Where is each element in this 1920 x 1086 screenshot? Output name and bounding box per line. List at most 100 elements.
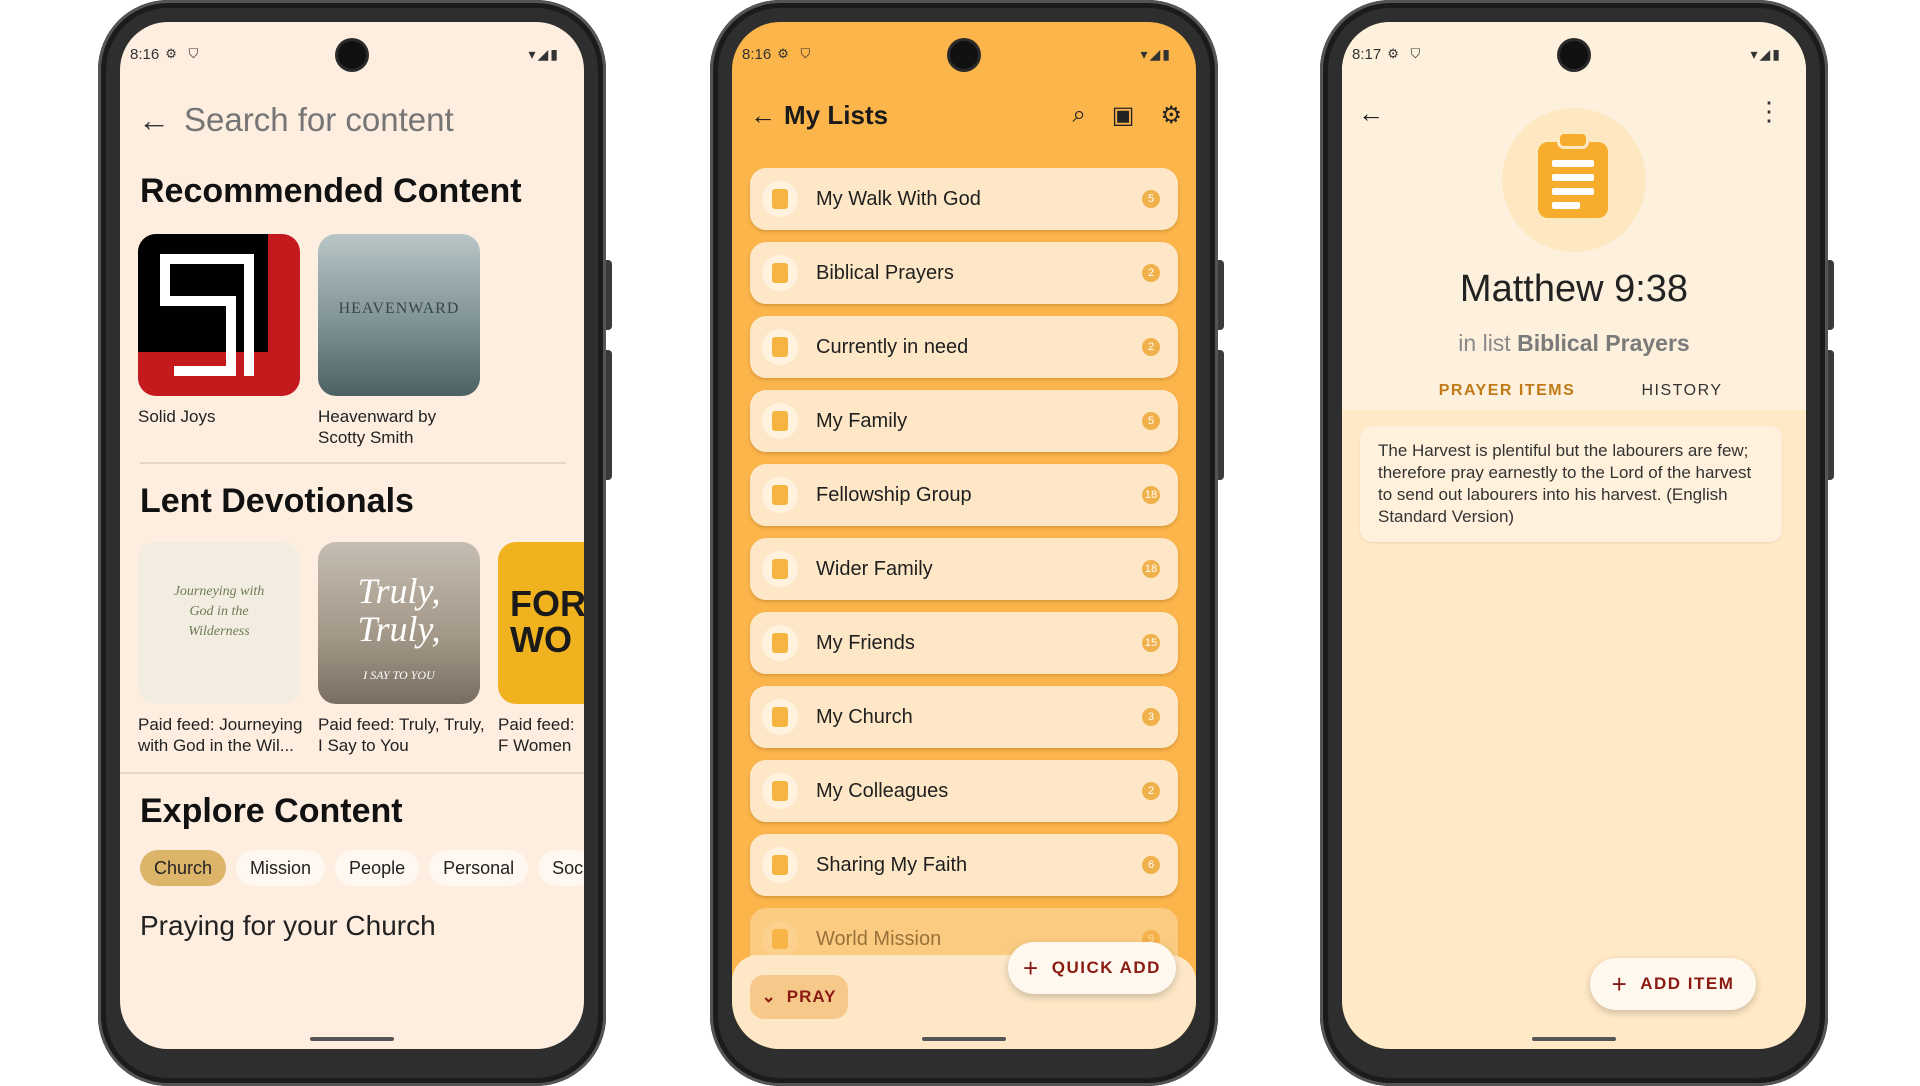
list-item-name: My Friends [816, 631, 915, 654]
status-system-icons: ▾◢▮ [1750, 45, 1782, 62]
back-arrow-icon[interactable]: ← [1358, 98, 1384, 129]
truly-art-subtitle: I SAY TO YOU [363, 668, 435, 682]
clipboard-icon [762, 329, 798, 365]
list-item-name: My Walk With God [816, 187, 981, 210]
page-title: My Lists [784, 100, 889, 130]
front-camera [1560, 41, 1588, 69]
for-women-artwork[interactable]: FOR WO [498, 542, 584, 704]
search-icon[interactable]: ⌕ [1072, 101, 1085, 130]
archive-icon[interactable]: ▣ [1112, 101, 1135, 130]
artwork-line [244, 254, 254, 376]
gesture-bar[interactable] [310, 1037, 394, 1041]
clipboard-icon [762, 477, 798, 513]
list-item-count: 2 [1142, 264, 1160, 282]
list-item-name: Currently in need [816, 335, 969, 358]
in-list-label: in list [1458, 330, 1511, 356]
search-input[interactable] [182, 100, 546, 140]
app-bar: ← My Lists ⌕ ▣ ⚙ [750, 100, 1182, 131]
status-time: 8:16 [742, 45, 772, 63]
chip-personal[interactable]: Personal [429, 850, 529, 886]
list-item-count: 18 [1142, 486, 1160, 504]
list-item-count: 3 [1142, 708, 1160, 726]
for-women-art-text: FOR WO [510, 586, 584, 658]
clipboard-line [1552, 160, 1594, 167]
list-item[interactable]: My Church 3 [750, 686, 1178, 748]
journeying-artwork[interactable]: Journeying with God in the Wilderness [138, 542, 300, 704]
list-item[interactable]: Wider Family 18 [750, 538, 1178, 600]
volume-button [1218, 260, 1224, 330]
list-item[interactable]: Sharing My Faith 6 [750, 834, 1178, 896]
list-item[interactable]: Currently in need 2 [750, 316, 1178, 378]
gear-icon[interactable]: ⚙ [1160, 101, 1182, 130]
category-chips: Church Mission People Personal Soc [140, 850, 584, 886]
truly-truly-artwork[interactable]: Truly, Truly, I SAY TO YOU [318, 542, 480, 704]
status-system-icons: ▾◢▮ [1140, 45, 1172, 62]
section-divider [140, 462, 566, 464]
clipboard-icon [762, 551, 798, 587]
explore-title: Explore Content [140, 792, 403, 830]
clipboard-icon [762, 699, 798, 735]
chip-church[interactable]: Church [140, 850, 227, 886]
search-screen: 8:16 ⚙ ⛉ ▾◢▮ ← Recommended Content Solid… [120, 22, 584, 1049]
for-women-caption: Paid feed: F Women [498, 715, 575, 755]
truly-truly-caption: Paid feed: Truly, Truly, I Say to You [318, 715, 485, 755]
pray-button[interactable]: ⌄ PRAY [750, 975, 848, 1019]
clipboard-clip [1560, 134, 1586, 146]
quick-add-label: QUICK ADD [1051, 958, 1161, 977]
clipboard-icon [762, 255, 798, 291]
more-vert-icon[interactable]: ⋮ [1756, 96, 1782, 127]
list-reference: in list Biblical Prayers [1342, 330, 1806, 357]
list-item-name: My Colleagues [816, 779, 949, 802]
section-heading: Praying for your Church [140, 910, 436, 941]
list-item-name: My Family [816, 409, 908, 432]
list-item[interactable]: Fellowship Group 18 [750, 464, 1178, 526]
list-name[interactable]: Biblical Prayers [1517, 330, 1690, 356]
pray-label: PRAY [786, 987, 837, 1006]
list-item-count: 2 [1142, 782, 1160, 800]
tab-prayer-items[interactable]: PRAYER ITEMS [1412, 382, 1602, 400]
journeying-caption: Paid feed: Journeying with God in the Wi… [138, 715, 303, 755]
prayer-detail-screen: 8:17 ⚙ ⛉ ▾◢▮ ← ⋮ Matthew 9:38 in list Bi… [1342, 22, 1806, 1049]
journeying-art-text: Journeying with God in the Wilderness [173, 584, 265, 639]
chip-mission[interactable]: Mission [236, 850, 326, 886]
clipboard-icon [762, 921, 798, 957]
solid-joys-artwork[interactable] [138, 234, 300, 396]
list-item[interactable]: Biblical Prayers 2 [750, 242, 1178, 304]
clipboard-icon [762, 403, 798, 439]
status-time: 8:16 [130, 45, 160, 63]
quick-add-button[interactable]: + QUICK ADD [1008, 942, 1176, 994]
status-time: 8:17 [1352, 45, 1382, 63]
my-lists-screen: 8:16 ⚙ ⛉ ▾◢▮ ← My Lists ⌕ ▣ ⚙ My Walk Wi… [732, 22, 1196, 1049]
clipboard-icon [762, 625, 798, 661]
list-item-name: Biblical Prayers [816, 261, 954, 284]
back-arrow-icon[interactable]: ← [138, 102, 182, 139]
chip-people[interactable]: People [335, 850, 420, 886]
tab-history[interactable]: HISTORY [1622, 382, 1742, 400]
plus-icon: + [1611, 968, 1629, 999]
solid-joys-caption: Solid Joys [138, 407, 216, 426]
list-item[interactable]: My Family 5 [750, 390, 1178, 452]
heavenward-caption: Heavenward by Scotty Smith [318, 407, 437, 447]
clipboard-icon [762, 773, 798, 809]
power-button [1218, 350, 1224, 480]
list-item[interactable]: My Walk With God 5 [750, 168, 1178, 230]
front-camera [950, 41, 978, 69]
gesture-bar[interactable] [1532, 1037, 1616, 1041]
status-notification-icons: ⚙ ⛉ [165, 46, 203, 61]
power-button [1828, 350, 1834, 480]
heavenward-artwork[interactable]: HEAVENWARD [318, 234, 480, 396]
status-system-icons: ▾◢▮ [528, 45, 560, 62]
add-item-label: ADD ITEM [1640, 974, 1735, 993]
back-arrow-icon[interactable]: ← [750, 100, 784, 131]
phone-prayer-detail: 8:17 ⚙ ⛉ ▾◢▮ ← ⋮ Matthew 9:38 in list Bi… [1320, 0, 1834, 1086]
list-item-count: 6 [1142, 856, 1160, 874]
list-item[interactable]: My Friends 15 [750, 612, 1178, 674]
add-item-button[interactable]: + ADD ITEM [1590, 958, 1756, 1010]
phone-search-content: 8:16 ⚙ ⛉ ▾◢▮ ← Recommended Content Solid… [98, 0, 612, 1086]
list-item[interactable]: My Colleagues 2 [750, 760, 1178, 822]
chip-soc[interactable]: Soc [538, 850, 584, 886]
gesture-bar[interactable] [922, 1037, 1006, 1041]
list-item-count: 15 [1142, 634, 1160, 652]
search-bar: ← [138, 100, 566, 140]
prayer-item-card[interactable]: The Harvest is plentiful but the laboure… [1360, 426, 1782, 542]
